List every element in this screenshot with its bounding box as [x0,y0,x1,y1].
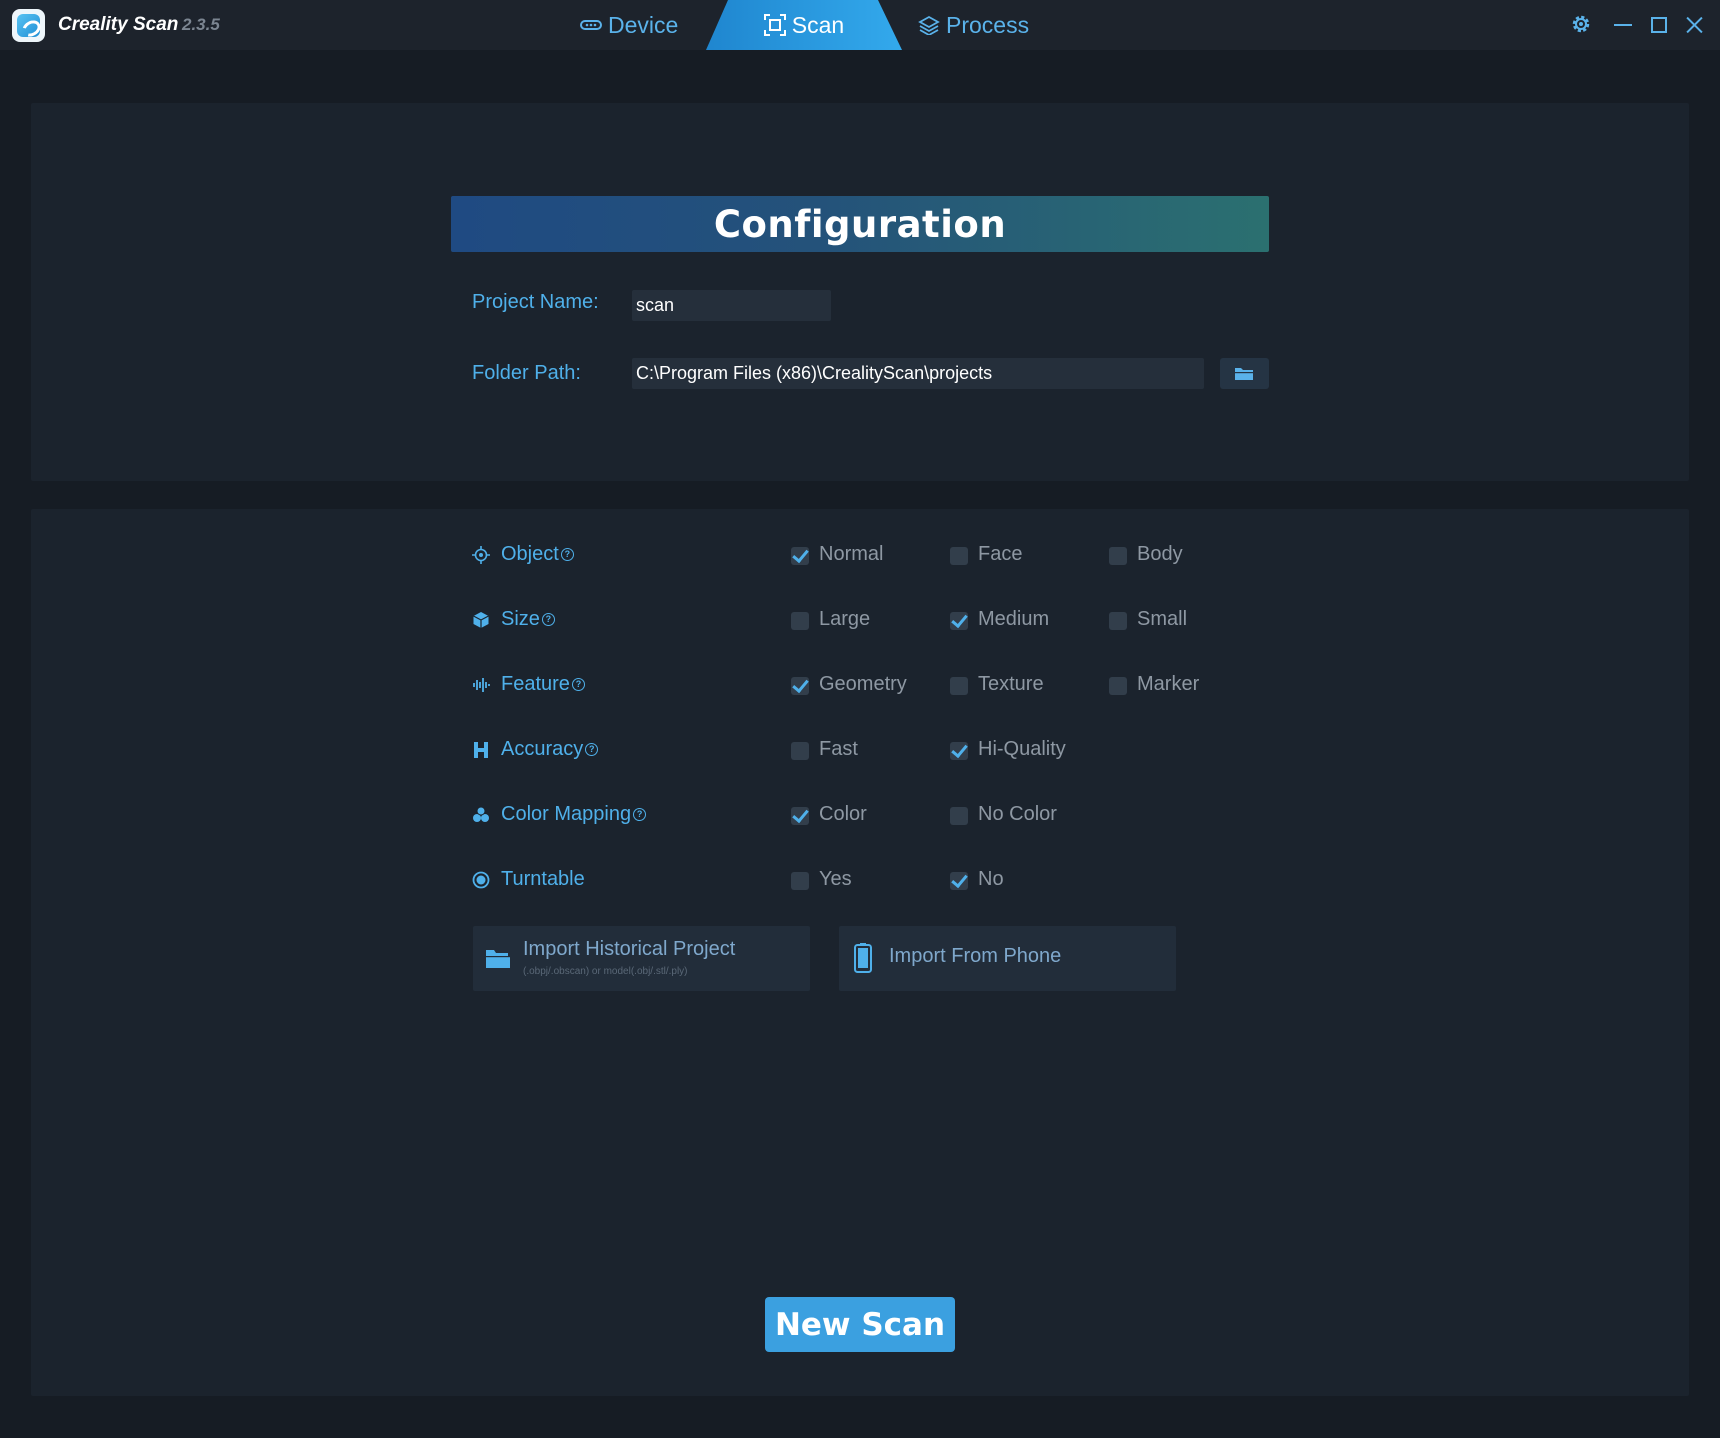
target-icon [472,546,490,564]
option-fast: Fast [819,738,858,760]
minimize-button[interactable] [1610,12,1636,38]
checkbox-no-color[interactable] [950,807,968,825]
cube-icon [473,612,489,628]
configuration-title: Configuration [451,196,1269,252]
tab-device[interactable]: Device [580,0,678,50]
size-label: Size? [501,608,555,631]
accuracy-h-icon [474,742,488,758]
configuration-panel [31,103,1689,481]
option-yes: Yes [819,868,852,890]
checkbox-geometry[interactable] [791,677,809,695]
help-icon[interactable]: ? [571,678,585,692]
checkbox-normal[interactable] [791,547,809,565]
folder-path-input[interactable] [632,358,1204,389]
maximize-button[interactable] [1646,12,1672,38]
tab-device-label: Device [608,11,679,38]
turntable-label: Turntable [501,868,585,890]
option-geometry: Geometry [819,673,907,695]
option-hi-quality: Hi-Quality [978,738,1066,760]
accuracy-label: Accuracy? [501,738,599,761]
title-bar: Creality Scan 2.3.5 Device Scan Process [0,0,1720,50]
option-marker: Marker [1137,673,1200,695]
checkbox-medium[interactable] [950,612,968,630]
project-name-input[interactable] [632,290,831,321]
folder-icon [1235,368,1253,380]
scan-icon [763,14,786,36]
tab-process-label: Process [946,11,1030,38]
import-from-phone-title: Import From Phone [889,945,1062,967]
device-icon [580,20,602,30]
app-name: Creality Scan [58,14,179,35]
tab-scan-label: Scan [791,11,845,38]
option-body: Body [1137,543,1183,565]
help-icon[interactable]: ? [560,548,574,562]
app-version: 2.3.5 [182,15,220,34]
checkbox-body[interactable] [1109,547,1127,565]
checkbox-hi-quality[interactable] [950,742,968,760]
checkbox-face[interactable] [950,547,968,565]
turntable-icon [472,871,490,889]
help-icon[interactable]: ? [585,743,599,757]
phone-icon [854,943,872,973]
checkbox-large[interactable] [791,612,809,630]
option-normal: Normal [819,543,884,565]
import-from-phone-button[interactable]: Import From Phone [839,926,1176,991]
checkbox-small[interactable] [1109,612,1127,630]
color-circles-icon [473,806,489,822]
checkbox-color[interactable] [791,807,809,825]
import-historical-title: Import Historical Project [523,938,736,960]
color-mapping-label: Color Mapping? [501,803,647,826]
waveform-icon [473,678,490,692]
option-color: Color [819,803,867,825]
app-logo-icon [12,9,45,42]
new-scan-button[interactable]: New Scan [765,1297,955,1352]
folder-open-icon [486,950,510,968]
object-label: Object? [501,543,574,566]
checkbox-yes[interactable] [791,872,809,890]
feature-label: Feature? [501,673,585,696]
import-historical-subtitle: (.obpj/.obscan) or model(.obj/.stl/.ply) [523,966,688,977]
checkbox-fast[interactable] [791,742,809,760]
browse-folder-button[interactable] [1220,358,1269,389]
tab-process[interactable]: Process [918,0,1029,50]
import-historical-project-button[interactable]: Import Historical Project (.obpj/.obscan… [473,926,810,991]
option-face: Face [978,543,1023,565]
help-icon[interactable]: ? [633,808,647,822]
project-name-label: Project Name: [472,291,599,313]
option-no: No [978,868,1004,890]
close-button[interactable] [1681,12,1707,38]
option-medium: Medium [978,608,1050,630]
checkbox-texture[interactable] [950,677,968,695]
tab-scan[interactable]: Scan [706,0,902,50]
layers-icon [918,15,940,35]
help-icon[interactable]: ? [541,613,555,627]
checkbox-marker[interactable] [1109,677,1127,695]
option-small: Small [1137,608,1188,630]
option-no-color: No Color [978,803,1057,825]
checkbox-no[interactable] [950,872,968,890]
option-large: Large [819,608,871,630]
option-texture: Texture [978,673,1044,695]
folder-path-label: Folder Path: [472,362,581,384]
gear-icon[interactable] [1570,13,1592,35]
